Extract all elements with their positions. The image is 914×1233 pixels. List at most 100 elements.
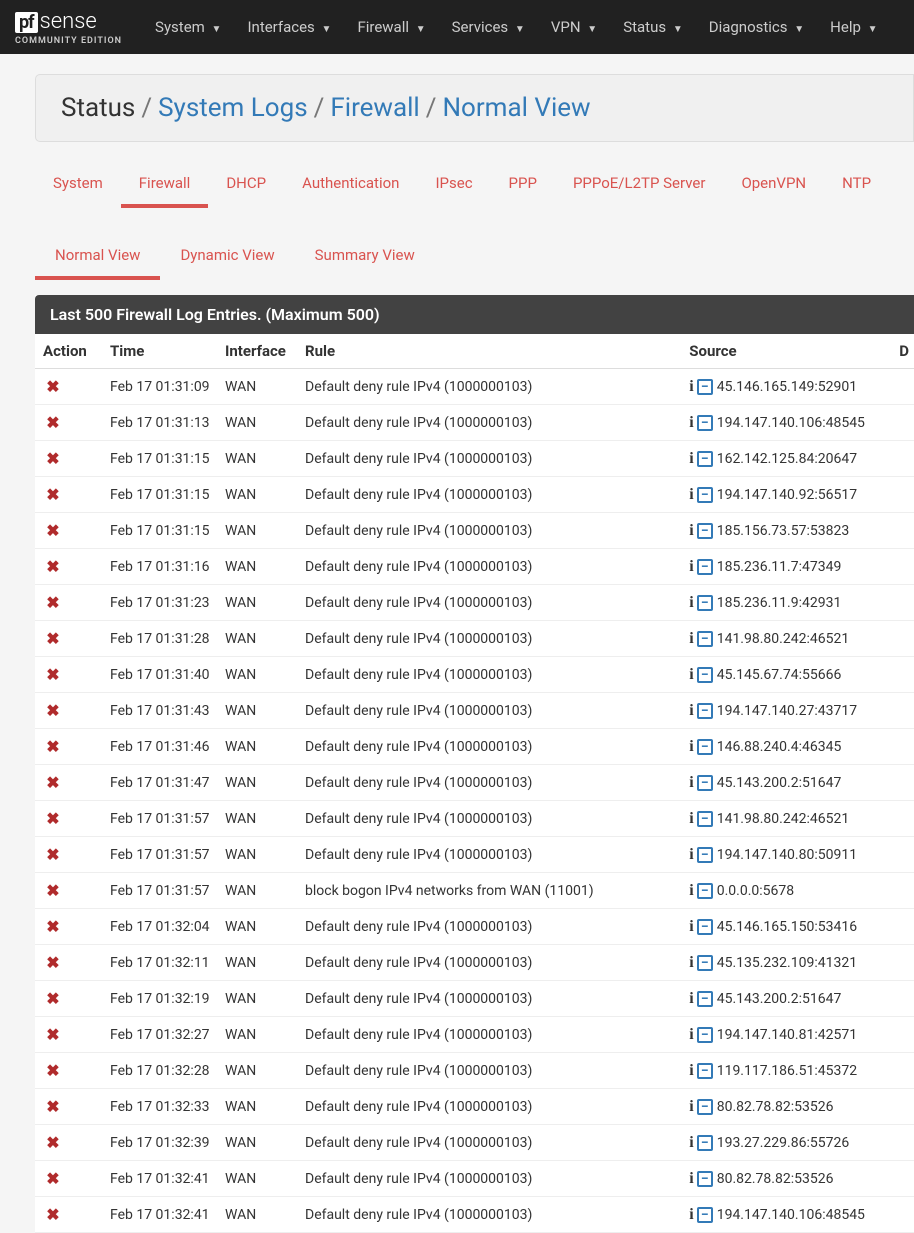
tab-firewall[interactable]: Firewall <box>121 162 209 208</box>
resolve-icon[interactable]: − <box>697 415 713 431</box>
resolve-icon[interactable]: − <box>697 919 713 935</box>
resolve-icon[interactable]: − <box>697 775 713 791</box>
info-icon[interactable]: i <box>689 990 693 1008</box>
block-icon[interactable]: ✖ <box>43 1097 63 1116</box>
block-icon[interactable]: ✖ <box>43 449 63 468</box>
resolve-icon[interactable]: − <box>697 523 713 539</box>
block-icon[interactable]: ✖ <box>43 1133 63 1152</box>
resolve-icon[interactable]: − <box>697 811 713 827</box>
resolve-icon[interactable]: − <box>697 739 713 755</box>
info-icon[interactable]: i <box>689 666 693 684</box>
col-header-source[interactable]: Source <box>684 334 894 369</box>
resolve-icon[interactable]: − <box>697 1063 713 1079</box>
resolve-icon[interactable]: − <box>697 1171 713 1187</box>
resolve-icon[interactable]: − <box>697 1207 713 1223</box>
info-icon[interactable]: i <box>689 1170 693 1188</box>
resolve-icon[interactable]: − <box>697 991 713 1007</box>
block-icon[interactable]: ✖ <box>43 1205 63 1224</box>
info-icon[interactable]: i <box>689 414 693 432</box>
block-icon[interactable]: ✖ <box>43 701 63 720</box>
tab-ntp[interactable]: NTP <box>824 162 889 208</box>
resolve-icon[interactable]: − <box>697 883 713 899</box>
col-header-action[interactable]: Action <box>35 334 105 369</box>
col-header-destination[interactable]: D <box>894 334 914 369</box>
block-icon[interactable]: ✖ <box>43 737 63 756</box>
block-icon[interactable]: ✖ <box>43 629 63 648</box>
info-icon[interactable]: i <box>689 522 693 540</box>
info-icon[interactable]: i <box>689 558 693 576</box>
info-icon[interactable]: i <box>689 486 693 504</box>
tab-authentication[interactable]: Authentication <box>284 162 417 208</box>
resolve-icon[interactable]: − <box>697 559 713 575</box>
block-icon[interactable]: ✖ <box>43 845 63 864</box>
info-icon[interactable]: i <box>689 954 693 972</box>
resolve-icon[interactable]: − <box>697 955 713 971</box>
resolve-icon[interactable]: − <box>697 451 713 467</box>
block-icon[interactable]: ✖ <box>43 1061 63 1080</box>
block-icon[interactable]: ✖ <box>43 557 63 576</box>
col-header-rule[interactable]: Rule <box>300 334 684 369</box>
block-icon[interactable]: ✖ <box>43 377 63 396</box>
resolve-icon[interactable]: − <box>697 487 713 503</box>
tab-system[interactable]: System <box>35 162 121 208</box>
info-icon[interactable]: i <box>689 702 693 720</box>
block-icon[interactable]: ✖ <box>43 485 63 504</box>
info-icon[interactable]: i <box>689 1134 693 1152</box>
block-icon[interactable]: ✖ <box>43 665 63 684</box>
block-icon[interactable]: ✖ <box>43 809 63 828</box>
info-icon[interactable]: i <box>689 1098 693 1116</box>
tab-openvpn[interactable]: OpenVPN <box>723 162 824 208</box>
subtab-normal-view[interactable]: Normal View <box>35 234 160 280</box>
subtab-summary-view[interactable]: Summary View <box>295 234 435 280</box>
nav-item-vpn[interactable]: VPN ▼ <box>538 1 610 53</box>
nav-item-status[interactable]: Status ▼ <box>610 1 696 53</box>
info-icon[interactable]: i <box>689 774 693 792</box>
resolve-icon[interactable]: − <box>697 631 713 647</box>
tab-dhcp[interactable]: DHCP <box>208 162 284 208</box>
block-icon[interactable]: ✖ <box>43 1025 63 1044</box>
block-icon[interactable]: ✖ <box>43 989 63 1008</box>
block-icon[interactable]: ✖ <box>43 953 63 972</box>
tab-pppoe-l2tp-server[interactable]: PPPoE/L2TP Server <box>555 162 724 208</box>
subtab-dynamic-view[interactable]: Dynamic View <box>160 234 294 280</box>
block-icon[interactable]: ✖ <box>43 413 63 432</box>
info-icon[interactable]: i <box>689 1206 693 1224</box>
block-icon[interactable]: ✖ <box>43 773 63 792</box>
info-icon[interactable]: i <box>689 738 693 756</box>
info-icon[interactable]: i <box>689 378 693 396</box>
info-icon[interactable]: i <box>689 594 693 612</box>
block-icon[interactable]: ✖ <box>43 1169 63 1188</box>
nav-item-services[interactable]: Services ▼ <box>439 1 538 53</box>
info-icon[interactable]: i <box>689 882 693 900</box>
info-icon[interactable]: i <box>689 1026 693 1044</box>
block-icon[interactable]: ✖ <box>43 881 63 900</box>
resolve-icon[interactable]: − <box>697 1027 713 1043</box>
breadcrumb-segment[interactable]: System Logs <box>158 93 308 123</box>
resolve-icon[interactable]: − <box>697 703 713 719</box>
breadcrumb-segment[interactable]: Firewall <box>330 93 419 123</box>
info-icon[interactable]: i <box>689 1062 693 1080</box>
brand-logo[interactable]: pfsense COMMUNITY EDITION <box>15 9 122 46</box>
resolve-icon[interactable]: − <box>697 595 713 611</box>
nav-item-help[interactable]: Help ▼ <box>817 1 890 53</box>
nav-item-interfaces[interactable]: Interfaces ▼ <box>234 1 344 53</box>
block-icon[interactable]: ✖ <box>43 917 63 936</box>
info-icon[interactable]: i <box>689 918 693 936</box>
resolve-icon[interactable]: − <box>697 379 713 395</box>
col-header-interface[interactable]: Interface <box>220 334 300 369</box>
block-icon[interactable]: ✖ <box>43 521 63 540</box>
nav-item-firewall[interactable]: Firewall ▼ <box>344 1 438 53</box>
info-icon[interactable]: i <box>689 846 693 864</box>
block-icon[interactable]: ✖ <box>43 593 63 612</box>
col-header-time[interactable]: Time <box>105 334 220 369</box>
resolve-icon[interactable]: − <box>697 1099 713 1115</box>
tab-ipsec[interactable]: IPsec <box>417 162 490 208</box>
info-icon[interactable]: i <box>689 450 693 468</box>
resolve-icon[interactable]: − <box>697 667 713 683</box>
tab-ppp[interactable]: PPP <box>491 162 555 208</box>
resolve-icon[interactable]: − <box>697 1135 713 1151</box>
info-icon[interactable]: i <box>689 810 693 828</box>
resolve-icon[interactable]: − <box>697 847 713 863</box>
info-icon[interactable]: i <box>689 630 693 648</box>
nav-item-system[interactable]: System ▼ <box>142 1 234 53</box>
